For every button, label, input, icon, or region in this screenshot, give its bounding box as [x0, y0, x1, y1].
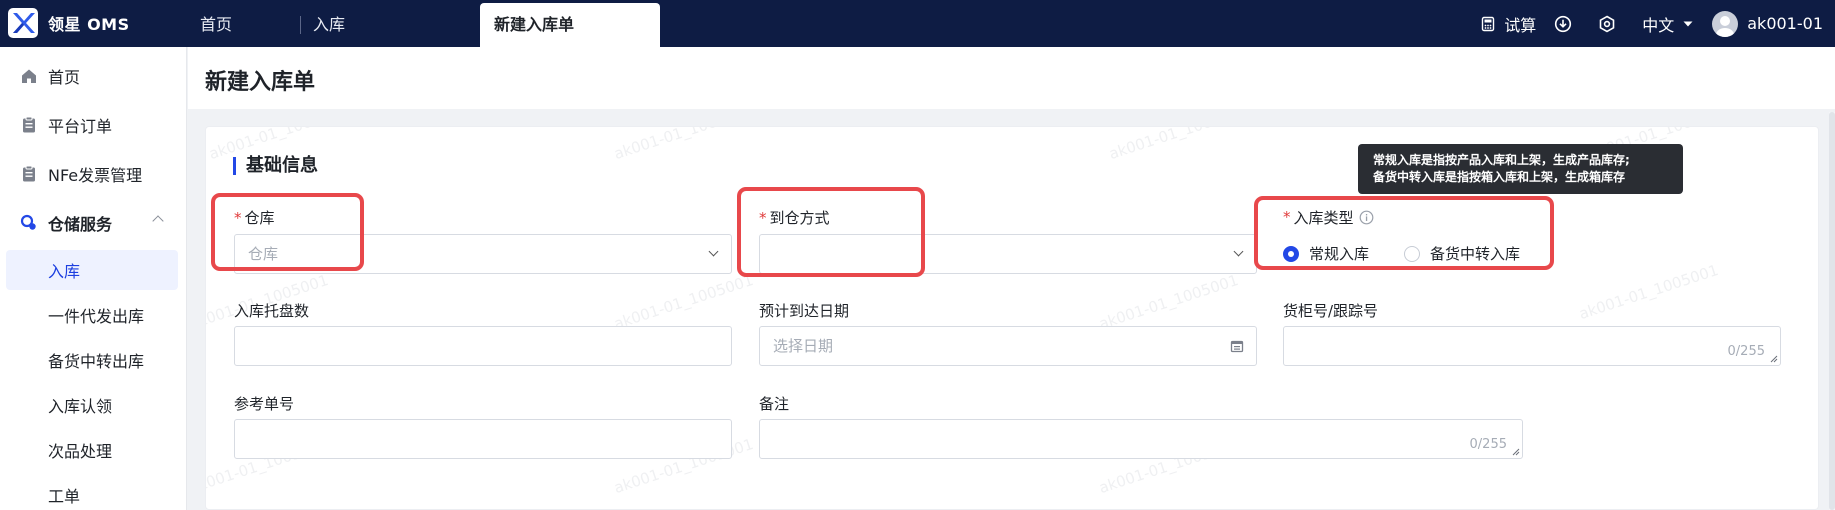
resize-handle-icon[interactable] — [1512, 448, 1520, 456]
tooltip-line: 备货中转入库是指按箱入库和上架，生成箱库存 — [1373, 170, 1626, 184]
char-counter: 0/255 — [1727, 344, 1765, 359]
pallet-count-field: 入库托盘数 — [234, 300, 309, 320]
char-counter: 0/255 — [1469, 437, 1507, 452]
page-scrollbar[interactable] — [1829, 112, 1835, 510]
download-icon — [1555, 15, 1572, 32]
pallet-count-label: 入库托盘数 — [234, 302, 310, 320]
tab-divider — [300, 16, 301, 34]
expected-date-label: 预计到达日期 — [759, 302, 850, 320]
resize-handle-icon[interactable] — [1770, 355, 1778, 363]
top-right-tools: 试算 中文 ak001-01 — [1480, 0, 1835, 47]
avatar — [1712, 10, 1739, 37]
sidebar-item-work-order[interactable]: 工单 — [0, 475, 187, 510]
remark-textarea[interactable]: 0/255 — [759, 419, 1523, 459]
tab-inbound[interactable]: 入库 — [313, 0, 345, 47]
chevron-down-icon — [1233, 246, 1244, 257]
sidebar-item-label: 入库认领 — [48, 397, 113, 416]
logo-icon — [8, 8, 38, 38]
watermark: ak001-01_1005001 — [1096, 270, 1241, 334]
trial-calc-label: 试算 — [1504, 15, 1537, 35]
sidebar-item-inbound[interactable]: 入库 — [6, 250, 178, 290]
watermark: ak001-01_1005001 — [1576, 260, 1721, 324]
language-label: 中文 — [1642, 15, 1675, 35]
user-menu[interactable]: ak001-01 — [1712, 10, 1823, 37]
highlight-box-arrival-method — [737, 187, 925, 277]
container-no-textarea[interactable]: 0/255 — [1283, 326, 1781, 366]
tab-home[interactable]: 首页 — [200, 0, 232, 47]
sidebar-item-defective-handling[interactable]: 次品处理 — [0, 430, 187, 470]
container-no-field: 货柜号/跟踪号 — [1283, 300, 1378, 320]
sidebar-item-label: 工单 — [48, 487, 81, 506]
sidebar-item-inbound-claim[interactable]: 入库认领 — [0, 385, 187, 425]
sidebar-item-label: NFe发票管理 — [48, 166, 143, 185]
clipboard-icon — [23, 165, 35, 182]
tooltip-line: 常规入库是指按产品入库和上架，生成产品库存; — [1373, 153, 1630, 167]
page-title: 新建入库单 — [205, 70, 316, 95]
highlight-box-warehouse — [211, 193, 364, 271]
sidebar: 首页 平台订单 NFe发票管理 仓储服务 入库 一件代发出库 备货中转出库 入库… — [0, 47, 187, 510]
sidebar-item-nfe-invoice[interactable]: NFe发票管理 — [0, 154, 187, 194]
page-header: 新建入库单 — [188, 47, 1835, 109]
chevron-down-icon — [708, 246, 719, 257]
watermark: ak001-01_1005001 — [1106, 126, 1251, 164]
container-no-label: 货柜号/跟踪号 — [1283, 302, 1379, 320]
trial-calc-button[interactable]: 试算 — [1480, 12, 1536, 36]
expected-date-picker[interactable]: 选择日期 — [759, 326, 1257, 366]
settings-button[interactable] — [1598, 15, 1624, 33]
logo[interactable]: 领星 OMS — [8, 8, 130, 38]
sidebar-item-dropship-outbound[interactable]: 一件代发出库 — [0, 295, 187, 335]
expected-date-field: 预计到达日期 — [759, 300, 849, 320]
caret-down-icon — [1683, 21, 1693, 26]
watermark: ak001-01_1005001 — [611, 126, 756, 164]
sidebar-item-label: 入库 — [48, 262, 81, 281]
remark-label: 备注 — [759, 395, 790, 413]
sidebar-item-label: 次品处理 — [48, 442, 113, 461]
sidebar-item-platform-orders[interactable]: 平台订单 — [0, 105, 187, 145]
username: ak001-01 — [1747, 14, 1823, 33]
sidebar-item-home[interactable]: 首页 — [0, 56, 187, 96]
calendar-icon — [1230, 340, 1244, 353]
sidebar-item-transfer-outbound[interactable]: 备货中转出库 — [0, 340, 187, 380]
sidebar-item-label: 首页 — [48, 68, 81, 87]
reference-no-field: 参考单号 — [234, 393, 294, 413]
sidebar-item-label: 平台订单 — [48, 117, 113, 136]
pallet-count-input[interactable] — [234, 326, 732, 366]
expected-date-placeholder: 选择日期 — [773, 337, 834, 355]
gear-icon — [1599, 15, 1615, 32]
sidebar-item-label: 备货中转出库 — [48, 352, 145, 371]
reference-no-label: 参考单号 — [234, 395, 295, 413]
inbound-type-tooltip: 常规入库是指按产品入库和上架，生成产品库存; 备货中转入库是指按箱入库和上架，生… — [1358, 144, 1683, 194]
calculator-icon — [1482, 16, 1495, 31]
remark-field: 备注 — [759, 393, 789, 413]
download-button[interactable] — [1554, 15, 1580, 33]
top-navbar: 领星 OMS 首页 入库 新建入库单 试算 中文 ak001-01 — [0, 0, 1835, 47]
language-select[interactable]: 中文 — [1642, 12, 1694, 36]
watermark: ak001-01_1005001 — [611, 270, 756, 334]
sidebar-group-warehouse-service[interactable]: 仓储服务 — [0, 203, 187, 243]
sidebar-item-label: 一件代发出库 — [48, 307, 145, 326]
tab-new-inbound-order[interactable]: 新建入库单 — [480, 3, 660, 47]
app-name: 领星 OMS — [48, 15, 130, 34]
sidebar-item-label: 仓储服务 — [48, 215, 113, 234]
home-icon — [22, 69, 36, 83]
chevron-up-icon — [152, 215, 164, 227]
warehouse-service-icon — [20, 214, 36, 230]
reference-no-input[interactable] — [234, 419, 732, 459]
clipboard-icon — [23, 116, 35, 133]
highlight-box-inbound-type — [1254, 196, 1554, 270]
section-title: 基础信息 — [233, 157, 318, 175]
